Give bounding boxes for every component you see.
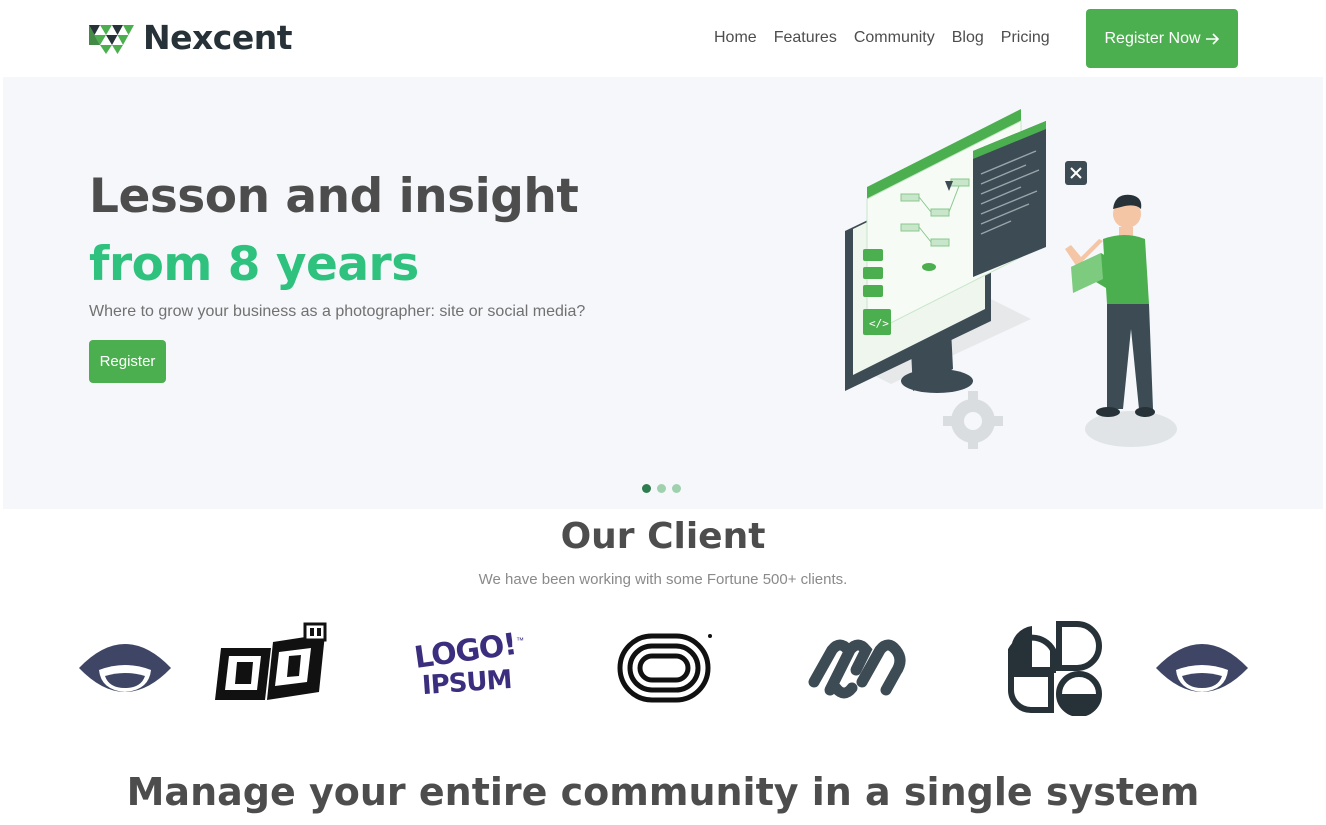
nav-pricing[interactable]: Pricing xyxy=(1001,29,1050,47)
nav-community[interactable]: Community xyxy=(854,29,935,47)
hero-title: Lesson and insight xyxy=(89,169,579,224)
clients-subtitle: We have been working with some Fortune 5… xyxy=(478,571,848,588)
nexcent-logo-icon xyxy=(89,24,134,54)
arrow-right-icon xyxy=(1205,32,1219,45)
client-logo-oj xyxy=(215,622,327,700)
hero-subtitle: Where to grow your business as a photogr… xyxy=(89,303,586,320)
client-logo-chain xyxy=(808,639,906,699)
svg-text:</>: </> xyxy=(869,317,889,330)
carousel-indicators xyxy=(642,484,681,493)
developer-illustration: </> xyxy=(845,109,1177,449)
client-logo-geometric xyxy=(1008,621,1102,716)
client-logo-ipsum: LOGO! IPSUM ™ xyxy=(410,620,530,716)
hero-section: Lesson and insight from 8 years Where to… xyxy=(3,77,1323,509)
register-button[interactable]: Register xyxy=(89,340,166,383)
nav-blog[interactable]: Blog xyxy=(952,29,984,47)
clients-title: Our Client xyxy=(560,516,766,557)
client-logo-eye-right xyxy=(1156,644,1248,692)
register-now-label: Register Now xyxy=(1104,29,1201,47)
nav-home[interactable]: Home xyxy=(714,29,757,47)
brand-logo[interactable]: Nexcent xyxy=(89,18,293,57)
hero-title-accent: from 8 years xyxy=(89,237,419,292)
carousel-dot-2[interactable] xyxy=(657,484,666,493)
manage-section-title: Manage your entire community in a single… xyxy=(126,770,1200,814)
register-now-button[interactable]: Register Now xyxy=(1086,9,1238,68)
nav-features[interactable]: Features xyxy=(774,29,837,47)
navbar: Nexcent Home Features Community Blog Pri… xyxy=(0,0,1326,77)
client-logo-eye-left xyxy=(79,644,171,692)
logo-ipsum-bottom: IPSUM xyxy=(421,664,513,702)
client-logo-loop xyxy=(617,633,712,703)
carousel-dot-1[interactable] xyxy=(642,484,651,493)
main-nav: Home Features Community Blog Pricing xyxy=(714,29,1067,47)
carousel-dot-3[interactable] xyxy=(672,484,681,493)
logo-ipsum-trademark: ™ xyxy=(516,636,524,645)
brand-name: Nexcent xyxy=(143,18,293,57)
